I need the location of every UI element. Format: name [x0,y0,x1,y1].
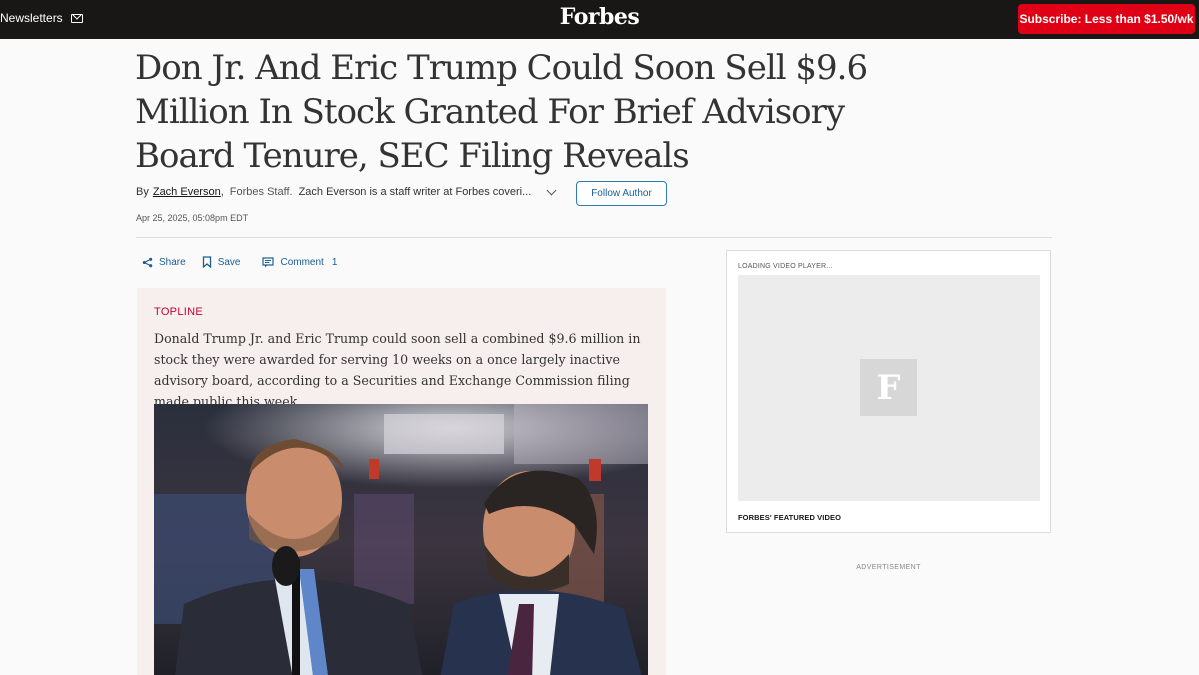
article-headline: Don Jr. And Eric Trump Could Soon Sell $… [135,48,868,176]
share-button[interactable]: Share [142,257,186,268]
bookmark-icon [202,256,211,268]
follow-author-button[interactable]: Follow Author [576,181,667,206]
newsletters-link[interactable]: Newsletters [0,11,83,25]
top-bar: Newsletters Forbes Subscribe: Less than … [0,0,1199,39]
topline-label: TOPLINE [154,306,203,318]
publish-date: Apr 25, 2025, 05:08pm EDT [136,213,249,223]
newsletters-label: Newsletters [0,11,63,25]
author-role: Forbes Staff. [229,186,293,198]
chevron-down-icon[interactable] [546,185,557,196]
byline: By Zach Everson, Forbes Staff. Zach Ever… [136,186,532,198]
forbes-logo[interactable]: Forbes [560,4,640,30]
author-link[interactable]: Zach Everson [153,186,221,198]
comment-button[interactable]: Comment 1 [262,257,337,268]
share-icon [142,257,153,267]
comment-label: Comment [280,256,324,268]
advertisement-label: ADVERTISEMENT [856,564,921,571]
article-photo[interactable] [154,404,648,675]
envelope-icon [70,13,83,23]
comment-icon [262,256,275,267]
loading-label: LOADING VIDEO PLAYER... [738,263,833,270]
share-label: Share [159,256,186,268]
featured-video-label: FORBES' FEATURED VIDEO [738,513,842,522]
topline-text: Donald Trump Jr. and Eric Trump could so… [154,331,641,409]
photo-illustration [154,404,648,675]
video-player[interactable]: F [738,275,1040,501]
article-actions: Share Save Comment 1 [142,256,353,268]
forbes-f-icon: F [860,359,917,416]
video-card: LOADING VIDEO PLAYER... F FORBES' FEATUR… [726,250,1051,533]
save-button[interactable]: Save [202,256,241,268]
by-label: By [136,186,149,198]
subscribe-button[interactable]: Subscribe: Less than $1.50/wk [1018,4,1195,34]
comment-count: 1 [331,256,338,268]
save-label: Save [217,256,241,268]
divider [136,237,1052,238]
author-description: Zach Everson is a staff writer at Forbes… [298,186,532,198]
